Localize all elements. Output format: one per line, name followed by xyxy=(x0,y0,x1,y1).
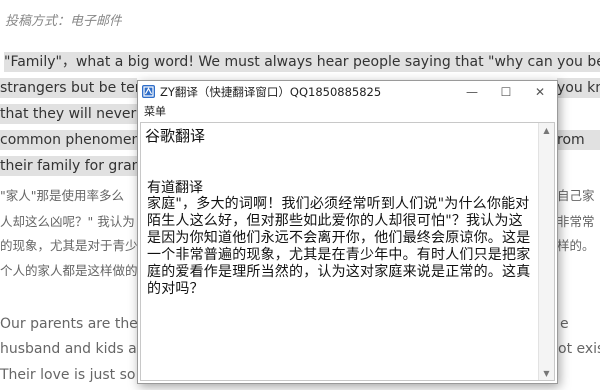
article-line-3: that they will never lea xyxy=(0,104,137,124)
article-fragment-right-2: rom xyxy=(557,130,600,150)
translate-app-icon xyxy=(142,85,155,98)
article-en-line-3: Their love is just so gre xyxy=(0,367,137,383)
translation-result-text: 家庭"，多大的词啊！我们必须经常听到人们说"为什么你能对陌生人这么好，但对那些如… xyxy=(147,196,531,297)
article-fragment-right-6: e xyxy=(560,316,569,332)
youdao-translate-heading: 有道翻译 xyxy=(147,180,203,196)
article-fragment-right-3: 自己家 xyxy=(557,188,595,203)
article-fragment-right-5: 样的。 xyxy=(557,238,595,253)
menu-bar: 菜单 xyxy=(138,103,557,121)
article-cn-line-3: 的现象，尤其是对于青少 xyxy=(0,238,137,253)
article-line-2: strangers but be terrible to xyxy=(0,78,137,98)
article-meta: 投稿方式：电子邮件 xyxy=(5,14,123,29)
article-line-1: "Family"，what a big word! We must always… xyxy=(4,52,600,72)
article-fragment-right-7: ot exist xyxy=(558,341,600,357)
scroll-down-arrow-icon[interactable]: ▼ xyxy=(539,366,554,380)
article-cn-line-4: 个人的家人都是这样做的 xyxy=(0,263,137,278)
close-button[interactable]: ✕ xyxy=(523,81,557,103)
article-cn-line-1: "家人"那是使用率多么 xyxy=(0,188,124,203)
translation-window[interactable]: ZY翻译（快捷翻译窗口）QQ1850885825 — ☐ ✕ 菜单 谷歌翻译 有… xyxy=(137,80,558,384)
translation-output-area[interactable]: 谷歌翻译 有道翻译 家庭"，多大的词啊！我们必须经常听到人们说"为什么你能对陌生… xyxy=(140,122,555,381)
window-titlebar[interactable]: ZY翻译（快捷翻译窗口）QQ1850885825 — ☐ ✕ xyxy=(138,81,557,103)
article-en-line-1: Our parents are the m xyxy=(0,316,137,332)
article-line-5: their family for grante xyxy=(0,156,137,176)
maximize-button[interactable]: ☐ xyxy=(489,81,523,103)
scroll-up-arrow-icon[interactable]: ▲ xyxy=(539,123,554,137)
google-translate-heading: 谷歌翻译 xyxy=(145,127,206,145)
article-fragment-right-1: you kno xyxy=(557,78,600,98)
article-en-line-2: husband and kids at th xyxy=(0,341,137,357)
article-cn-line-2: 人却这么凶呢？" 我认为 xyxy=(0,214,135,229)
menu-item-main[interactable]: 菜单 xyxy=(144,105,166,119)
window-title: ZY翻译（快捷翻译窗口）QQ1850885825 xyxy=(160,85,382,99)
article-line-4: common phenomenon xyxy=(0,130,137,150)
minimize-button[interactable]: — xyxy=(455,81,489,103)
article-fragment-right-4: 非常常 xyxy=(557,214,595,229)
vertical-scrollbar[interactable]: ▲ ▼ xyxy=(538,123,554,380)
